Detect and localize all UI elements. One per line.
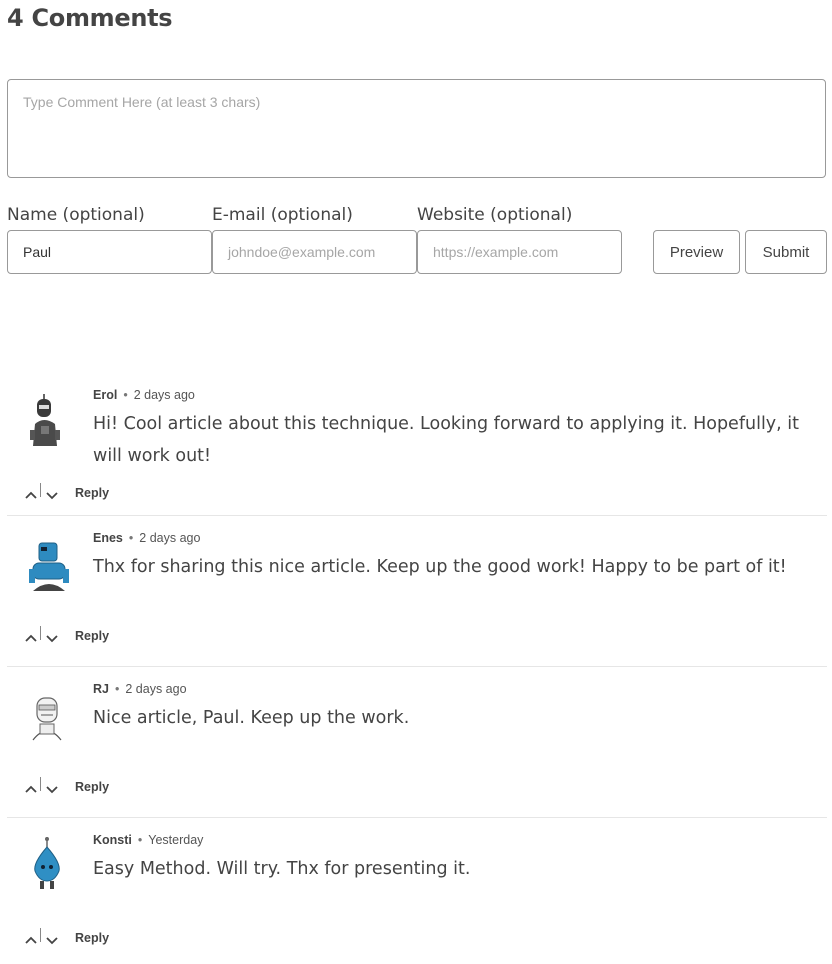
- comment-text: Thx for sharing this nice article. Keep …: [93, 557, 787, 577]
- comment-text: Easy Method. Will try. Thx for presentin…: [93, 859, 471, 879]
- comment-meta: RJ • 2 days ago: [93, 682, 187, 696]
- robot-avatar-icon: [29, 542, 69, 591]
- website-field[interactable]: https://example.com: [417, 230, 622, 274]
- comment-author[interactable]: Konsti: [93, 833, 132, 847]
- meta-separator: •: [137, 833, 143, 847]
- submit-button[interactable]: Submit: [745, 230, 827, 274]
- comment-time: Yesterday: [148, 833, 204, 847]
- name-value: Paul: [23, 244, 52, 260]
- vote-divider: [40, 626, 41, 640]
- reply-link[interactable]: Reply: [75, 629, 109, 643]
- robot-avatar-icon: [30, 394, 60, 446]
- comment-author[interactable]: Enes: [93, 531, 123, 545]
- website-placeholder: https://example.com: [433, 244, 559, 260]
- comment-placeholder: Type Comment Here (at least 3 chars): [23, 94, 261, 110]
- comment-time: 2 days ago: [139, 531, 201, 545]
- robot-avatar-icon: [34, 837, 60, 889]
- comment-meta: Konsti • Yesterday: [93, 833, 203, 847]
- upvote-icon[interactable]: [24, 631, 38, 645]
- comment-text: Hi! Cool article about this technique. L…: [93, 414, 800, 466]
- comment-text: Nice article, Paul. Keep up the work.: [93, 708, 410, 728]
- upvote-icon[interactable]: [24, 933, 38, 947]
- upvote-icon[interactable]: [24, 782, 38, 796]
- downvote-icon[interactable]: [45, 631, 59, 645]
- comment-textarea[interactable]: Type Comment Here (at least 3 chars): [7, 79, 826, 178]
- comments-count-heading: 4 Comments: [7, 4, 173, 32]
- downvote-icon[interactable]: [45, 488, 59, 502]
- comment-divider: [7, 666, 827, 667]
- comment-time: 2 days ago: [133, 388, 195, 402]
- reply-link[interactable]: Reply: [75, 486, 109, 500]
- comment-divider: [7, 817, 827, 818]
- name-label: Name (optional): [7, 205, 145, 225]
- website-label: Website (optional): [417, 205, 573, 225]
- comment-divider: [7, 515, 827, 516]
- meta-separator: •: [123, 388, 128, 402]
- reply-link[interactable]: Reply: [75, 780, 109, 794]
- comment-author[interactable]: RJ: [93, 682, 109, 696]
- meta-separator: •: [128, 531, 134, 545]
- email-placeholder: johndoe@example.com: [228, 244, 376, 260]
- vote-divider: [40, 483, 41, 497]
- downvote-icon[interactable]: [45, 782, 59, 796]
- vote-divider: [40, 777, 41, 791]
- preview-button[interactable]: Preview: [653, 230, 740, 274]
- vote-divider: [40, 928, 41, 942]
- meta-separator: •: [114, 682, 120, 696]
- comment-time: 2 days ago: [125, 682, 187, 696]
- upvote-icon[interactable]: [24, 488, 38, 502]
- email-label: E-mail (optional): [212, 205, 353, 225]
- comment-author[interactable]: Erol: [93, 388, 117, 402]
- comment-meta: Erol • 2 days ago: [93, 388, 195, 402]
- comment-meta: Enes • 2 days ago: [93, 531, 200, 545]
- reply-link[interactable]: Reply: [75, 931, 109, 945]
- robot-avatar-icon: [32, 697, 62, 741]
- name-field[interactable]: Paul: [7, 230, 212, 274]
- downvote-icon[interactable]: [45, 933, 59, 947]
- email-field[interactable]: johndoe@example.com: [212, 230, 417, 274]
